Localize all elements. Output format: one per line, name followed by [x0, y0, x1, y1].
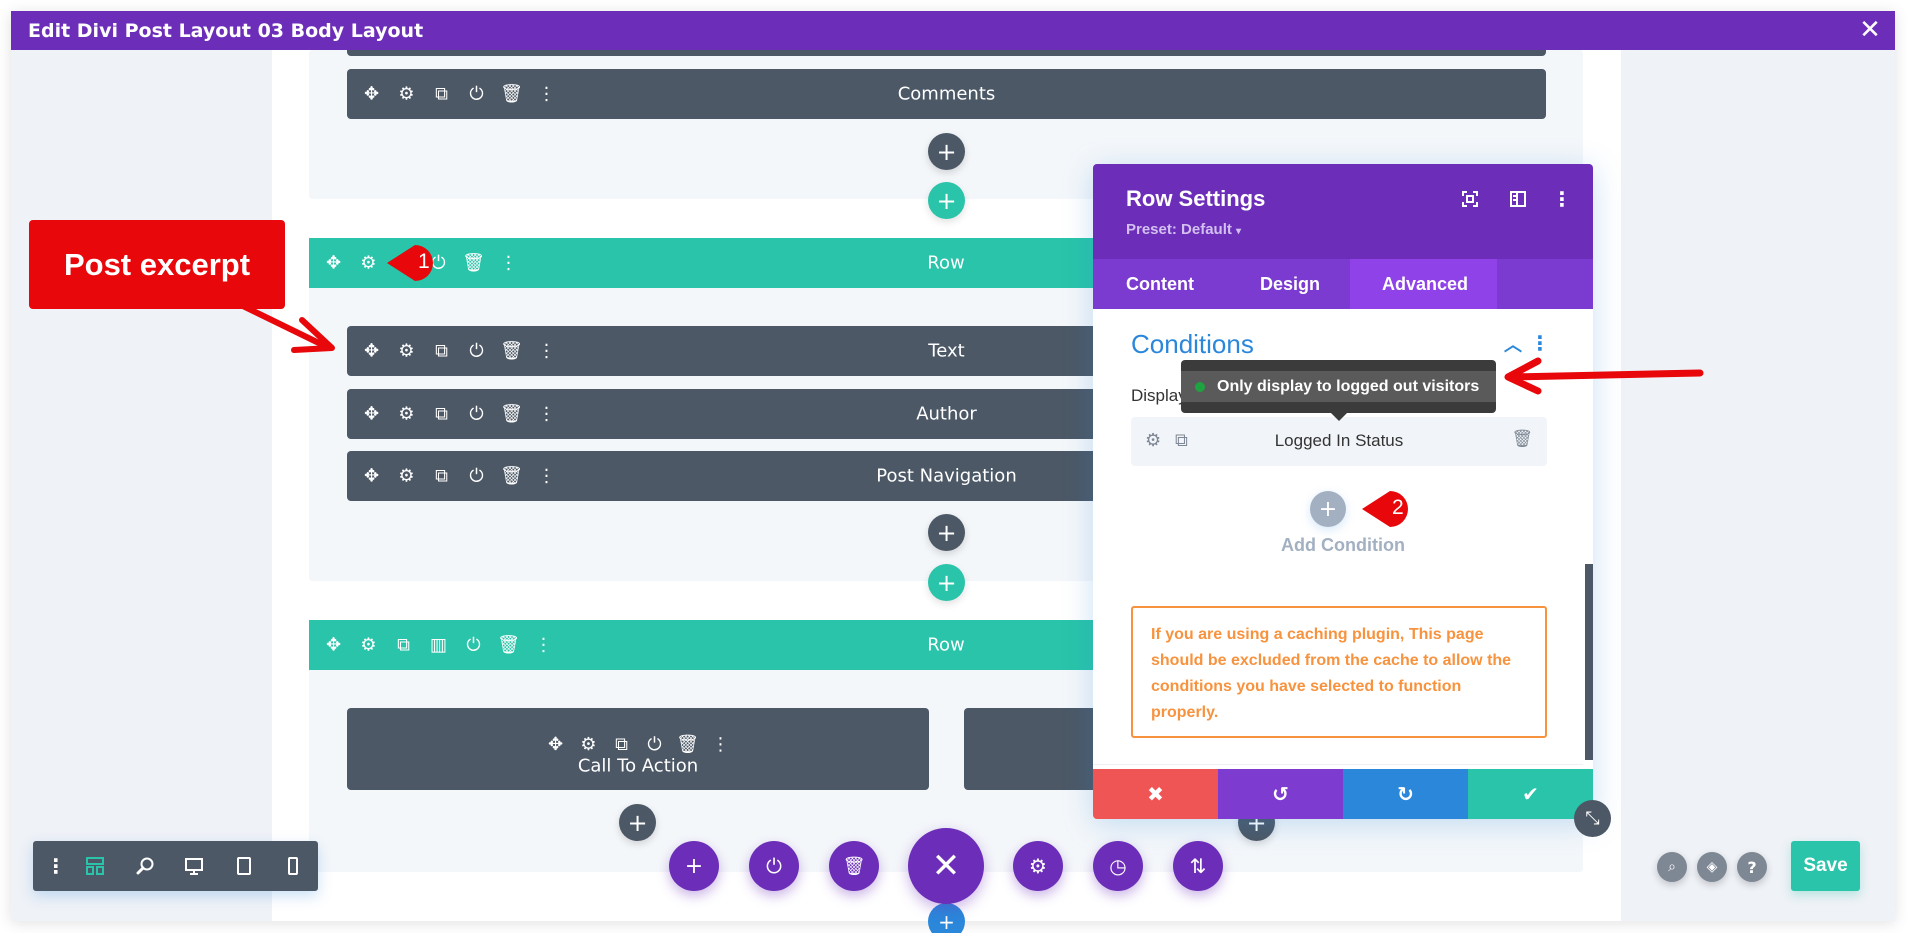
panel-tabs: Content Design Advanced: [1093, 259, 1593, 309]
history-button[interactable]: ◷: [1093, 841, 1143, 891]
module-label: Call To Action: [577, 755, 699, 777]
power-button[interactable]: ⏻: [749, 841, 799, 891]
zoom-icon[interactable]: [120, 841, 169, 891]
module-prev[interactable]: [347, 50, 1546, 56]
trash-icon[interactable]: 🗑: [1511, 429, 1533, 449]
desktop-icon[interactable]: [170, 841, 219, 891]
duplicate-icon[interactable]: ⧉: [611, 734, 632, 755]
panel-title: Row Settings: [1126, 186, 1266, 211]
badge-2-icon: [1362, 491, 1408, 527]
close-menu-button[interactable]: ✕: [908, 828, 984, 904]
condition-item[interactable]: ⚙ ⧉ Logged In Status 🗑: [1131, 417, 1547, 466]
add-button[interactable]: +: [669, 841, 719, 891]
trash-button[interactable]: 🗑: [829, 841, 879, 891]
panel-footer: ✖ ↺ ↻ ✔: [1093, 769, 1593, 819]
power-icon[interactable]: ⏻: [644, 734, 665, 755]
post-excerpt-callout: Post excerpt: [29, 220, 285, 309]
panel-scrollbar[interactable]: [1585, 564, 1593, 760]
layers-icon[interactable]: ◈: [1697, 852, 1727, 882]
conditions-heading[interactable]: Conditions: [1131, 329, 1254, 360]
tab-advanced[interactable]: Advanced: [1350, 259, 1497, 309]
search-icon[interactable]: ⌕: [1657, 852, 1687, 882]
help-icon[interactable]: ?: [1737, 852, 1767, 882]
tooltip-caret: [1331, 413, 1347, 421]
status-dot-icon: [1195, 381, 1205, 392]
preset-dropdown[interactable]: Preset: Default ▾: [1126, 221, 1241, 238]
badge-2-label: 2: [1392, 496, 1404, 519]
save-button[interactable]: Save: [1791, 841, 1860, 891]
gear-icon[interactable]: ⚙: [578, 734, 599, 755]
badge-1-label: 1: [418, 250, 430, 273]
module-call-to-action[interactable]: ✥ ⚙ ⧉ ⏻ 🗑 ⋮ Call To Action: [347, 708, 929, 790]
tablet-icon[interactable]: [219, 841, 268, 891]
add-module-button[interactable]: +: [928, 514, 965, 551]
more-icon[interactable]: ⋮: [41, 841, 71, 891]
add-module-button[interactable]: +: [619, 804, 656, 841]
add-row-button[interactable]: +: [928, 564, 965, 601]
settings-button[interactable]: ⚙: [1013, 841, 1063, 891]
footer-divider: [1093, 764, 1583, 765]
module-comments[interactable]: ✥ ⚙ ⧉ ⏻ 🗑 ⋮ Comments: [347, 69, 1546, 119]
callout-arrow-icon: [240, 303, 335, 353]
title-bar: Edit Divi Post Layout 03 Body Layout ✕: [11, 11, 1895, 50]
preset-label: Preset: Default: [1126, 221, 1232, 238]
tab-content[interactable]: Content: [1093, 259, 1215, 309]
tooltip: Only display to logged out visitors: [1181, 360, 1496, 421]
badge-1-icon: [387, 245, 433, 281]
tab-label: Design: [1260, 273, 1321, 294]
split-view-icon[interactable]: [1507, 188, 1529, 210]
condition-label: Logged In Status: [1274, 431, 1404, 450]
panel-header: Row Settings Preset: Default ▾ ⋮: [1093, 164, 1593, 259]
add-condition-button[interactable]: +: [1310, 491, 1346, 527]
redo-button[interactable]: ↻: [1343, 769, 1468, 819]
fullscreen-icon[interactable]: [1459, 188, 1481, 210]
view-mode-toolbar: ⋮: [33, 841, 318, 891]
more-icon[interactable]: ⋮: [1551, 187, 1573, 211]
blue-add-button[interactable]: +: [928, 903, 965, 933]
undo-button[interactable]: ↺: [1218, 769, 1343, 819]
section-more-icon[interactable]: ⋮: [1530, 331, 1550, 355]
add-row-button[interactable]: +: [928, 182, 965, 219]
module-toolbar: ✥ ⚙ ⧉ ⏻ 🗑 ⋮: [545, 734, 731, 755]
phone-icon[interactable]: [269, 841, 318, 891]
close-icon[interactable]: ✕: [1857, 17, 1883, 43]
tab-design[interactable]: Design: [1215, 259, 1350, 309]
module-label: Comments: [897, 83, 996, 105]
more-icon[interactable]: ⋮: [710, 734, 731, 755]
collapse-icon[interactable]: ︿: [1504, 331, 1522, 357]
trash-icon[interactable]: 🗑: [676, 734, 699, 755]
tooltip-text: Only display to logged out visitors: [1217, 377, 1480, 395]
caret-down-icon: ▾: [1236, 226, 1242, 237]
wireframe-icon[interactable]: [71, 841, 120, 891]
move-icon[interactable]: ✥: [545, 734, 566, 755]
tab-label: Advanced: [1382, 273, 1469, 294]
window-title: Edit Divi Post Layout 03 Body Layout: [28, 19, 424, 42]
caching-notice: If you are using a caching plugin, This …: [1131, 606, 1547, 738]
add-module-button[interactable]: +: [928, 133, 965, 170]
cancel-button[interactable]: ✖: [1093, 769, 1218, 819]
resize-handle-icon[interactable]: ⤡: [1574, 800, 1611, 837]
portability-button[interactable]: ⇅: [1173, 841, 1223, 891]
tooltip-arrow-icon: [1504, 357, 1704, 395]
row-settings-panel: Row Settings Preset: Default ▾ ⋮ Content…: [1093, 164, 1593, 819]
tab-label: Content: [1126, 273, 1194, 294]
add-condition-label[interactable]: Add Condition: [1093, 535, 1593, 556]
